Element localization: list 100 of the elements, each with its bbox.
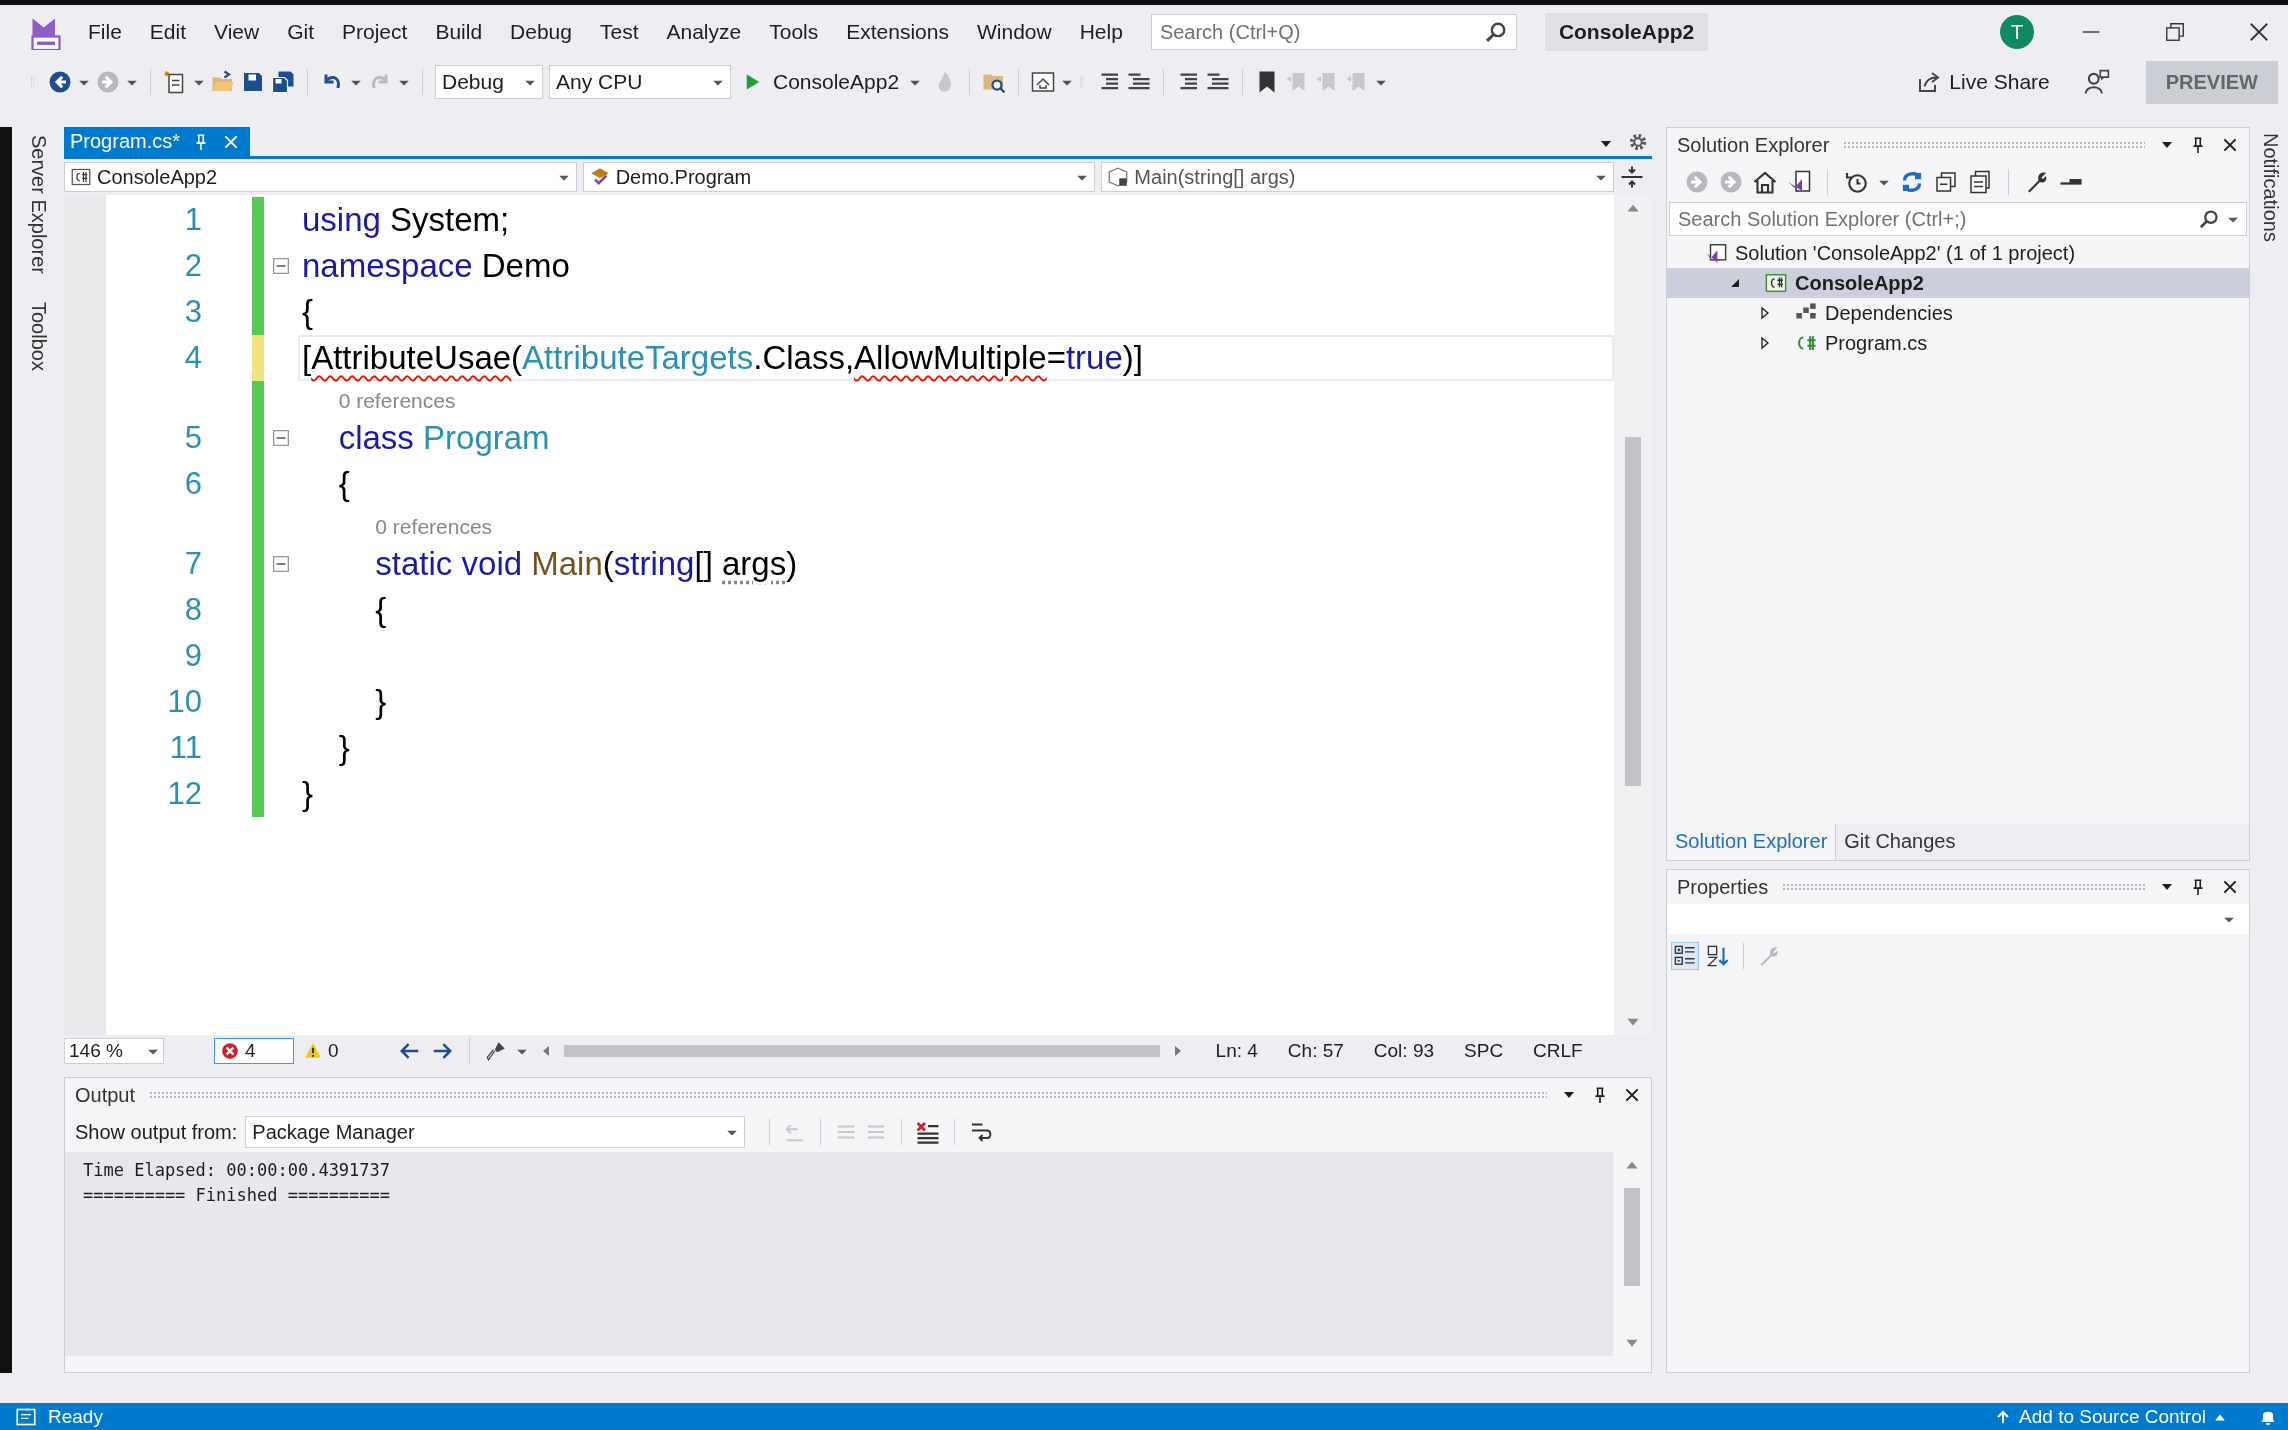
tree-item[interactable]: Program.cs xyxy=(1667,328,2249,358)
navigation-dropdown[interactable]: ConsoleApp2 xyxy=(64,162,577,192)
scroll-thumb[interactable] xyxy=(1624,1188,1640,1286)
platform-dropdown[interactable]: Any CPU xyxy=(549,65,731,99)
live-share-button[interactable]: Live Share xyxy=(1909,66,2058,98)
collapse-all-icon[interactable] xyxy=(1934,170,1958,194)
home-icon[interactable] xyxy=(1753,170,1777,194)
solution-file-icon[interactable] xyxy=(1787,170,1811,194)
warning-count: 0 xyxy=(328,1040,339,1062)
save-all-icon[interactable] xyxy=(271,70,295,94)
menu-item[interactable]: Window xyxy=(962,14,1066,50)
csharp-project-icon xyxy=(71,167,91,187)
tree-item-label: Solution 'ConsoleApp2' (1 of 1 project) xyxy=(1735,241,2076,265)
menu-item[interactable]: File xyxy=(74,14,136,50)
code-line: [AttributeUsae(AttributeTargets.Class,AllowMultiple=true)] xyxy=(302,339,1143,377)
change-marker xyxy=(252,381,264,415)
dropdown-value: Demo.Program xyxy=(615,165,753,189)
line-number: 5 xyxy=(183,419,203,457)
navigation-dropdown[interactable]: Main(string[] args) xyxy=(1101,162,1614,192)
clear-all-icon[interactable] xyxy=(916,1120,941,1144)
menu-item[interactable]: Analyze xyxy=(652,14,756,50)
line-number: 12 xyxy=(166,775,203,813)
back-icon[interactable] xyxy=(48,70,72,94)
close-icon[interactable] xyxy=(2221,878,2239,896)
menu-item[interactable]: Project xyxy=(328,14,422,50)
search-icon[interactable] xyxy=(2199,209,2219,229)
live-share-label: Live Share xyxy=(1949,70,2050,94)
feedback-icon[interactable] xyxy=(2083,69,2110,95)
zoom-dropdown[interactable]: 146 % xyxy=(64,1038,164,1064)
back-icon[interactable] xyxy=(398,1040,421,1062)
warning-icon xyxy=(304,1042,322,1060)
sort-alphabetical-icon[interactable] xyxy=(1707,945,1729,967)
code-lens-link[interactable]: 0 references xyxy=(375,515,493,539)
panel-tab[interactable]: Git Changes xyxy=(1836,824,1964,860)
menu-item[interactable]: Edit xyxy=(135,14,201,50)
tree-item[interactable]: Dependencies xyxy=(1667,298,2249,328)
output-source-dropdown[interactable]: Package Manager xyxy=(245,1116,746,1148)
line-number: 8 xyxy=(183,591,203,629)
search-field[interactable]: Search Solution Explorer (Ctrl+;) xyxy=(1669,202,2247,236)
field-label: Show output from: xyxy=(75,1120,238,1144)
cursor-position: Col: 93 xyxy=(1373,1040,1435,1062)
code-line: { xyxy=(374,591,387,629)
close-icon[interactable] xyxy=(1623,1086,1641,1104)
brush-icon[interactable] xyxy=(485,1041,506,1061)
menu-item[interactable]: Git xyxy=(273,14,328,50)
copy-icon[interactable] xyxy=(1968,170,1992,194)
categorized-button[interactable] xyxy=(1671,942,1699,970)
side-tab[interactable]: Notifications xyxy=(2258,131,2282,244)
configuration-dropdown[interactable]: Debug xyxy=(435,65,543,99)
open-folder-icon[interactable] xyxy=(211,70,235,94)
menu-item[interactable]: Help xyxy=(1065,14,1137,50)
history-icon[interactable] xyxy=(1844,170,1868,194)
code-line: } xyxy=(337,729,350,767)
errors-button[interactable]: 4 xyxy=(214,1038,294,1064)
collapse-toggle-icon[interactable] xyxy=(272,555,290,573)
error-count: 4 xyxy=(245,1040,256,1062)
share-icon xyxy=(1917,70,1942,94)
menu-item[interactable]: Debug xyxy=(496,14,586,50)
code-lens-link[interactable]: 0 references xyxy=(338,389,456,413)
panel-title: Output xyxy=(75,1083,136,1107)
menu-item[interactable]: View xyxy=(200,14,274,50)
tree-item-label: Program.cs xyxy=(1825,331,1928,355)
sync-icon[interactable] xyxy=(1900,170,1924,194)
close-icon[interactable] xyxy=(2248,21,2270,43)
code-line: static void Main(string[] args) xyxy=(374,545,798,583)
categorized-icon xyxy=(1674,945,1696,967)
save-icon[interactable] xyxy=(241,70,265,94)
navigation-dropdown[interactable]: Demo.Program xyxy=(582,162,1096,192)
split-icon[interactable] xyxy=(1620,165,1644,189)
account-avatar[interactable]: T xyxy=(2000,15,2034,49)
side-tab[interactable]: Toolbox xyxy=(26,299,50,373)
source-control-button[interactable]: Add to Source Control xyxy=(1995,1405,2226,1428)
settings-icon[interactable] xyxy=(1628,132,1648,152)
panel-tab[interactable]: Solution Explorer xyxy=(1667,824,1837,860)
start-button[interactable]: ConsoleApp2 xyxy=(737,65,928,99)
code-line: } xyxy=(302,775,314,813)
warnings-button[interactable]: 0 xyxy=(304,1040,339,1062)
menu-item[interactable]: Tools xyxy=(755,14,833,50)
window-title: ConsoleApp2 xyxy=(1544,13,1709,51)
search-field[interactable]: Search (Ctrl+Q) xyxy=(1150,14,1517,50)
preview-button[interactable]: PREVIEW xyxy=(2145,60,2278,104)
close-icon[interactable] xyxy=(2221,136,2239,154)
side-tab[interactable]: Server Explorer xyxy=(26,133,50,276)
scroll-thumb[interactable] xyxy=(563,1045,1160,1057)
error-icon xyxy=(221,1042,239,1060)
collapse-toggle-icon[interactable] xyxy=(272,257,290,275)
menu-item[interactable]: Extensions xyxy=(832,14,963,50)
line-number: 11 xyxy=(168,729,203,767)
line-number: 3 xyxy=(183,293,203,331)
menu-item[interactable]: Build xyxy=(421,14,497,50)
output-line: Time Elapsed: 00:00:00.4391737 xyxy=(83,1159,392,1182)
restore-icon[interactable] xyxy=(2164,21,2186,43)
tree-item[interactable]: ConsoleApp2 xyxy=(1667,268,2249,298)
search-icon[interactable] xyxy=(1484,21,1507,43)
scroll-thumb[interactable] xyxy=(1625,437,1641,787)
menu-item[interactable]: Test xyxy=(585,14,653,50)
collapse-toggle-icon[interactable] xyxy=(272,429,290,447)
tree-item[interactable]: Solution 'ConsoleApp2' (1 of 1 project) xyxy=(1667,238,2249,268)
start-target-label: ConsoleApp2 xyxy=(773,70,900,94)
line-number: 1 xyxy=(183,201,203,239)
